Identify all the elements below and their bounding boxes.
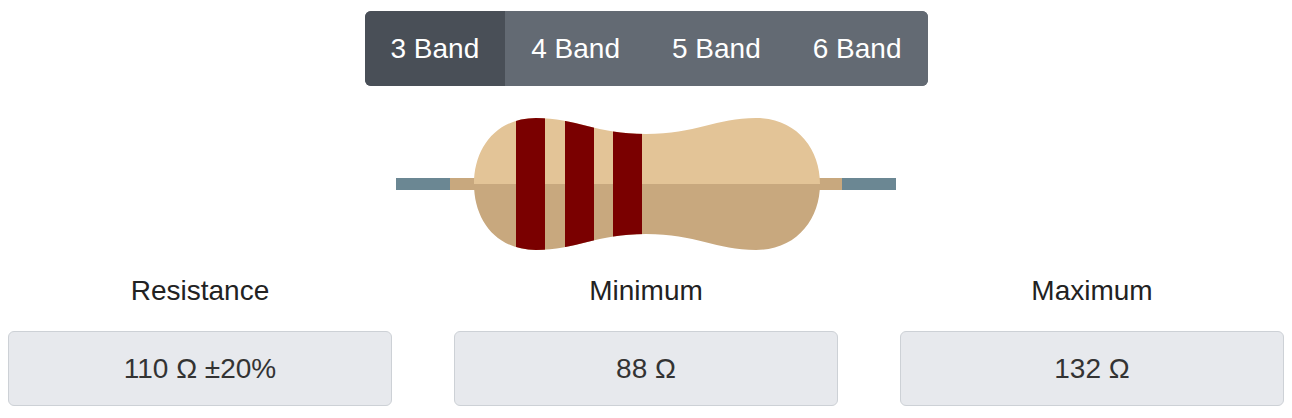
result-fields: Resistance 110 Ω ±20% Minimum 88 Ω Maximum 13… bbox=[0, 274, 1292, 406]
color-band bbox=[516, 118, 545, 250]
result-field: Minimum 88 Ω bbox=[454, 274, 838, 406]
field-label: Maximum bbox=[1031, 274, 1152, 308]
color-band bbox=[613, 118, 642, 250]
field-label: Resistance bbox=[131, 274, 270, 308]
result-field: Resistance 110 Ω ±20% bbox=[8, 274, 392, 406]
band-tab[interactable]: 4 Band bbox=[505, 11, 646, 86]
band-count-tabs: 3 Band4 Band5 Band6 Band bbox=[365, 11, 928, 86]
band-tab[interactable]: 6 Band bbox=[787, 11, 928, 86]
result-field: Maximum 132 Ω bbox=[900, 274, 1284, 406]
field-label: Minimum bbox=[589, 274, 703, 308]
field-value: 110 Ω ±20% bbox=[8, 331, 392, 406]
resistor-icon bbox=[396, 118, 896, 250]
color-band bbox=[565, 118, 594, 250]
field-value: 132 Ω bbox=[900, 331, 1284, 406]
field-value: 88 Ω bbox=[454, 331, 838, 406]
resistor-calculator: 3 Band4 Band5 Band6 Band Resistance 110 Ω … bbox=[0, 0, 1292, 418]
band-tab[interactable]: 3 Band bbox=[365, 11, 506, 86]
band-tab[interactable]: 5 Band bbox=[646, 11, 787, 86]
